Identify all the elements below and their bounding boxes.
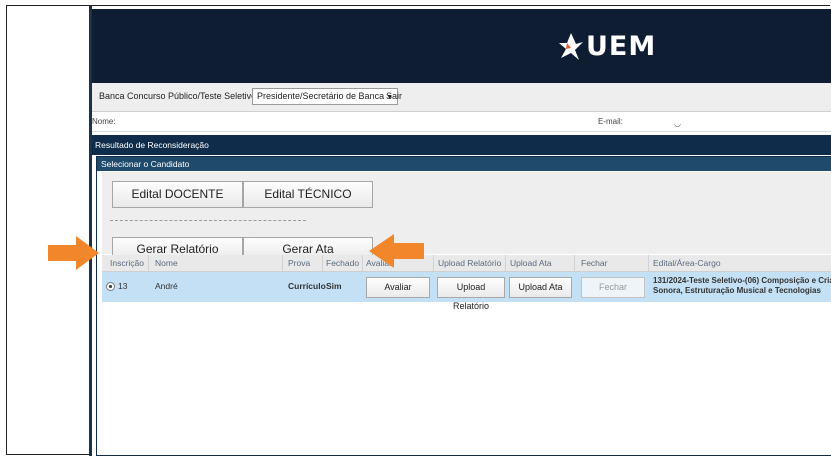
- col-separator: [148, 255, 149, 271]
- avaliar-button[interactable]: Avaliar: [366, 277, 430, 298]
- logo-text: UEM: [586, 30, 657, 62]
- cell-edital-line2: Sonora, Estruturação Musical e Tecnologi…: [653, 286, 821, 295]
- col-edital-area-cargo[interactable]: Edital/Área-Cargo: [653, 258, 721, 268]
- col-separator: [648, 255, 649, 271]
- edital-docente-button[interactable]: Edital DOCENTE: [112, 181, 243, 208]
- col-nome[interactable]: Nome: [155, 258, 178, 268]
- section-title: Resultado de Reconsideração: [92, 135, 831, 155]
- col-inscricao[interactable]: Inscrição: [110, 258, 144, 268]
- col-upload-ata[interactable]: Upload Ata: [510, 258, 552, 268]
- menu-banca-concurso-label: Banca Concurso Público/Teste Seletivo: [99, 91, 257, 101]
- menu-presidente-secretario[interactable]: Presidente/Secretário de Banca ▼: [252, 88, 399, 105]
- candidates-table: Inscrição Nome Prova Fechado Avaliar Upl…: [102, 255, 831, 455]
- app-window: UEM Banca Concurso Público/Teste Seletiv…: [89, 6, 831, 456]
- candidate-panel: Selecionar o Candidato Edital DOCENTE Ed…: [96, 156, 831, 456]
- row-select-radio[interactable]: [106, 282, 115, 291]
- email-value-mark: ◡: [674, 119, 681, 128]
- menu-banca-concurso[interactable]: Banca Concurso Público/Teste Seletivo▼: [99, 91, 265, 101]
- col-fechado[interactable]: Fechado: [326, 258, 359, 268]
- arrow-right-icon: [48, 236, 99, 270]
- col-separator: [505, 255, 506, 271]
- cell-prova: Currículo: [288, 281, 326, 291]
- arrow-left-icon: [369, 234, 424, 268]
- cell-fechado: Sim: [326, 281, 342, 291]
- col-fechar[interactable]: Fechar: [581, 258, 607, 268]
- col-prova[interactable]: Prova: [288, 258, 310, 268]
- name-label: Nome:: [92, 117, 116, 126]
- col-upload-relatorio[interactable]: Upload Relatório: [438, 258, 501, 268]
- cell-nome: André: [155, 281, 178, 291]
- header-banner: UEM: [92, 9, 831, 83]
- col-separator: [362, 255, 363, 271]
- menu-sair[interactable]: Sair: [386, 91, 402, 101]
- panel-toolbar: Edital DOCENTE Edital TÉCNICO Gerar Rela…: [102, 172, 831, 262]
- cell-inscricao: 13: [118, 281, 128, 291]
- fechar-button[interactable]: Fechar: [581, 277, 645, 298]
- col-separator: [282, 255, 283, 271]
- table-row[interactable]: 13 André Currículo Sim Avaliar Upload Re…: [102, 272, 831, 311]
- email-label: E-mail:: [598, 117, 623, 126]
- uem-logo: UEM: [558, 26, 656, 66]
- cell-edital-line1: 131/2024-Teste Seletivo-(06) Composição …: [653, 276, 831, 285]
- table-header: Inscrição Nome Prova Fechado Avaliar Upl…: [102, 255, 831, 272]
- menu-bar: Banca Concurso Público/Teste Seletivo▼ P…: [92, 83, 831, 112]
- edital-tecnico-button[interactable]: Edital TÉCNICO: [243, 181, 373, 208]
- col-separator: [574, 255, 575, 271]
- menu-presidente-label: Presidente/Secretário de Banca: [257, 91, 385, 101]
- col-separator: [433, 255, 434, 271]
- panel-title: Selecionar o Candidato: [97, 157, 831, 171]
- user-info-bar: Nome: E-mail: ◡: [92, 112, 831, 132]
- divider: [110, 220, 306, 221]
- upload-relatorio-button[interactable]: Upload Relatório: [437, 277, 505, 311]
- upload-ata-button[interactable]: Upload Ata: [509, 277, 572, 298]
- col-separator: [322, 255, 323, 271]
- uem-logo-icon: [559, 33, 583, 60]
